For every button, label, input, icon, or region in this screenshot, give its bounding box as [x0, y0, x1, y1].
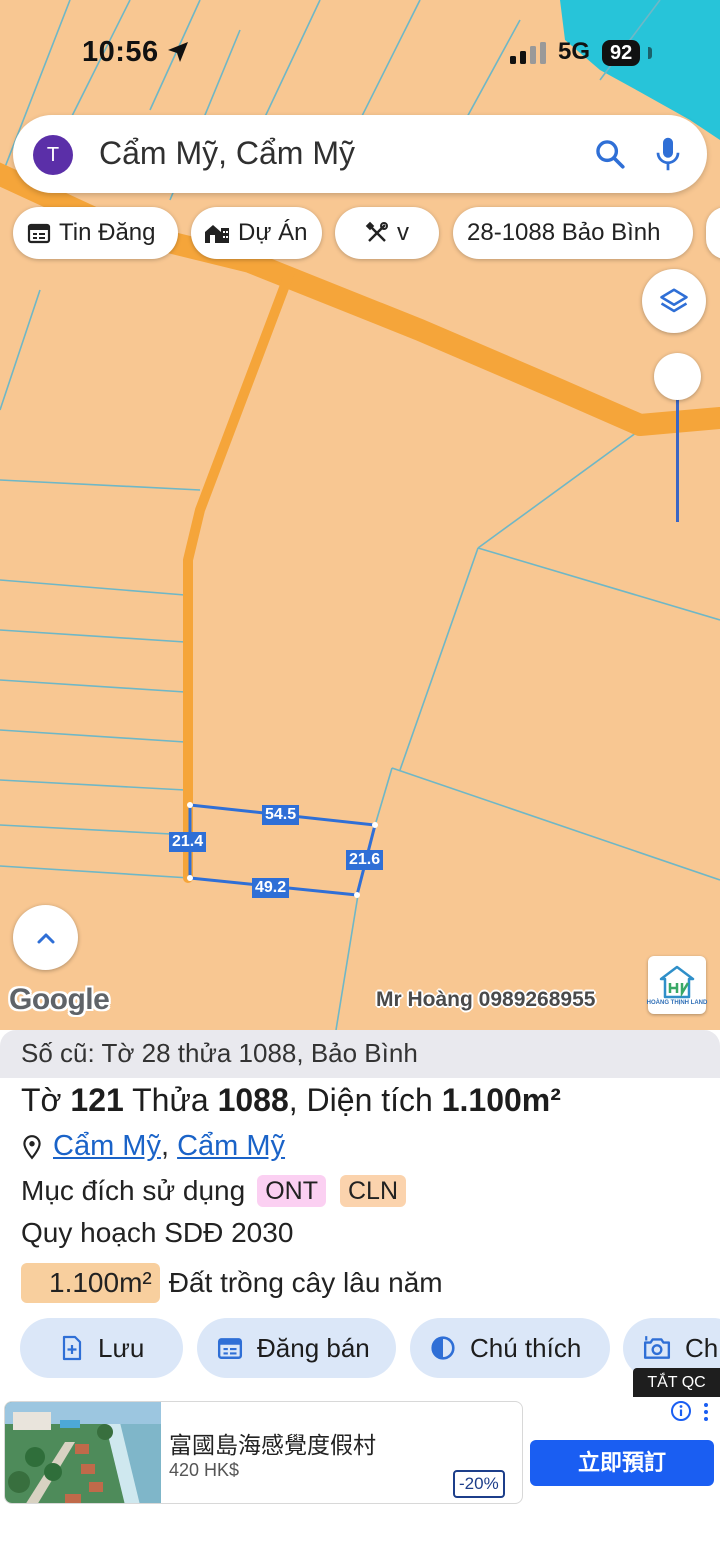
buildings-icon [205, 225, 229, 243]
chip-tin-dang[interactable]: Tin Đăng [13, 207, 178, 259]
signal-icon [510, 42, 546, 64]
save-button[interactable]: Lưu [20, 1318, 183, 1378]
ad-more-icon[interactable] [702, 1402, 710, 1422]
plan-area-row: 1.100m² Đất trồng cây lâu năm [21, 1263, 443, 1303]
search-input[interactable]: Cẩm Mỹ, Cẩm Mỹ [99, 135, 355, 172]
calendar-icon [27, 223, 51, 244]
contrast-icon [431, 1336, 455, 1360]
watermark-text: Mr Hoàng 0989268955 [376, 988, 596, 1011]
dimension-top: 54.5 [262, 805, 300, 825]
ad-discount-badge: -20% [453, 1470, 505, 1498]
battery-tip [648, 47, 652, 59]
tools-icon [365, 221, 388, 242]
ad-close-button[interactable]: TẮT QC [633, 1368, 720, 1398]
save-label: Lưu [98, 1332, 145, 1363]
expand-up-button[interactable] [13, 905, 78, 970]
map-view[interactable]: 54.5 21.4 21.6 49.2 10:56 5G 92 T Cẩm Mỹ… [0, 0, 720, 1030]
avatar[interactable]: T [33, 135, 73, 175]
search-bar[interactable]: T Cẩm Mỹ, Cẩm Mỹ [13, 115, 707, 193]
location-pin-icon [23, 1134, 41, 1159]
opacity-slider-handle[interactable] [654, 353, 701, 400]
chip-label: v [397, 219, 409, 246]
area-value: 1.100m² [441, 1082, 561, 1118]
brand-logo[interactable]: HOÀNG THỊNH LAND [646, 956, 708, 1014]
chip-label: Tin Đăng [59, 219, 156, 246]
lot-label: Thửa [132, 1082, 209, 1118]
ad-info-icon[interactable] [670, 1400, 692, 1422]
network-type: 5G [558, 38, 591, 65]
battery-level: 92 [602, 40, 641, 66]
camera-icon [643, 1336, 671, 1359]
plan-use-label: Đất trồng cây lâu năm [168, 1267, 443, 1298]
layers-icon [660, 288, 688, 313]
old-parcel-info: Số cũ: Tờ 28 thửa 1088, Bảo Bình [0, 1030, 720, 1078]
sheet-label: Tờ [21, 1082, 62, 1118]
ad-card[interactable]: 富國島海感覺度假村 420 HK$ -20% [4, 1401, 523, 1504]
search-icon[interactable] [593, 137, 627, 171]
chip-label: Dự Án [238, 219, 308, 246]
sheet-number: 121 [70, 1082, 124, 1118]
dimension-right: 21.6 [346, 850, 384, 870]
area-label: Diện tích [306, 1082, 433, 1118]
layers-button[interactable] [642, 269, 706, 333]
google-logo: Google [9, 983, 110, 1016]
status-time: 10:56 [82, 36, 159, 68]
dimension-bottom: 49.2 [252, 878, 290, 898]
parcel-summary: Tờ 121 Thửa 1088, Diện tích 1.100m² [21, 1082, 561, 1118]
old-parcel-text: Số cũ: Tờ 28 thửa 1088, Bảo Bình [21, 1038, 418, 1068]
legend-label: Chú thích [470, 1332, 582, 1363]
purpose-label: Mục đích sử dụng [21, 1175, 246, 1206]
chip-du-an[interactable]: Dự Án [191, 207, 322, 259]
location-arrow-icon [168, 42, 188, 62]
dimension-left: 21.4 [169, 832, 207, 852]
brand-house-icon [659, 965, 695, 998]
location-row: Cẩm Mỹ, Cẩm Mỹ [21, 1130, 285, 1163]
lot-number: 1088 [217, 1082, 289, 1118]
microphone-icon[interactable] [653, 135, 683, 173]
purpose-tag-ont[interactable]: ONT [257, 1175, 326, 1207]
ad-banner[interactable]: 富國島海感覺度假村 420 HK$ -20% 立即預訂 [0, 1397, 720, 1564]
plan-title: Quy hoạch SDĐ 2030 [21, 1217, 294, 1248]
chip-tools[interactable]: v [335, 207, 439, 259]
chip-label: 28-1088 Bảo Bình [467, 219, 661, 246]
legend-button[interactable]: Chú thích [410, 1318, 610, 1378]
commune-link[interactable]: Cẩm Mỹ [53, 1130, 161, 1163]
camera-label: Ch [685, 1332, 719, 1363]
purpose-row: Mục đích sử dụng ONT CLN [21, 1175, 406, 1207]
brand-logo-text: HOÀNG THỊNH LAND [646, 999, 708, 1006]
ad-resort-image [5, 1402, 161, 1503]
ad-title[interactable]: 富國島海感覺度假村 [169, 1426, 376, 1460]
post-sale-button[interactable]: Đăng bán [197, 1318, 396, 1378]
calendar-icon [217, 1338, 243, 1359]
ad-price: 420 HK$ [169, 1460, 240, 1480]
save-plus-icon [62, 1335, 82, 1361]
district-link[interactable]: Cẩm Mỹ [177, 1130, 285, 1163]
chevron-up-icon [37, 933, 54, 943]
plan-area-badge: 1.100m² [21, 1263, 160, 1303]
purpose-tag-cln[interactable]: CLN [339, 1175, 406, 1207]
ad-book-button[interactable]: 立即預訂 [530, 1440, 714, 1486]
chip-parcel[interactable]: 28-1088 Bảo Bình [453, 207, 693, 259]
post-sale-label: Đăng bán [257, 1332, 370, 1363]
